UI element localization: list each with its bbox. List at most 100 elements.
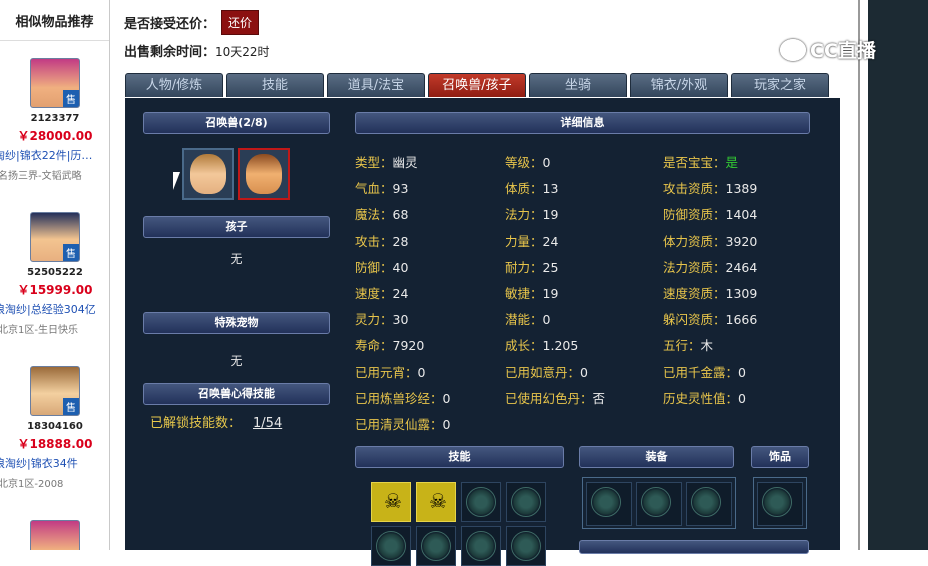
item-tags[interactable]: 淘纱|锦衣22件|历…: [0, 147, 109, 163]
attribute-value: 2464: [725, 259, 758, 275]
attribute-label: 已用千金露：: [663, 364, 739, 380]
tab-home[interactable]: 玩家之家: [731, 73, 829, 97]
recommend-item[interactable]: 售 2123377 ￥28000.00 淘纱|锦衣22件|历… 名扬三界-文韬武…: [0, 58, 109, 182]
attribute-item: 气血：93: [355, 178, 408, 197]
skill-slot-empty[interactable]: [461, 482, 501, 522]
summon-card[interactable]: [182, 148, 234, 200]
attribute-item: 法力资质：2464: [663, 257, 757, 276]
attribute-value: 1666: [725, 312, 758, 328]
attribute-value: 1404: [725, 207, 758, 223]
attribute-item: 躲闪资质：1666: [663, 309, 757, 328]
attribute-item: 速度：24: [355, 283, 408, 302]
attribute-item: 是否宝宝：是: [663, 152, 738, 171]
unlocked-skill-row: 已解锁技能数： 1/54: [150, 412, 282, 431]
trade-info: 是否接受还价： 还价 出售剩余时间：10天22时: [124, 10, 270, 60]
attribute-item: 魔法：68: [355, 204, 408, 223]
attribute-label: 五行：: [663, 338, 701, 354]
attribute-item: 五行：木: [663, 335, 713, 354]
attribute-value: 是: [725, 155, 739, 170]
attribute-item: 类型：幽灵: [355, 152, 418, 171]
attribute-value: 1.205: [542, 338, 579, 354]
sidebar-title: 相似物品推荐: [0, 0, 109, 41]
tab-skills[interactable]: 技能: [226, 73, 324, 97]
skill-slot-filled[interactable]: ☠: [371, 482, 411, 522]
attribute-value: 30: [392, 312, 409, 328]
skill-slot-empty[interactable]: [371, 526, 411, 566]
lower-header: [579, 540, 809, 554]
attribute-label: 防御：: [355, 259, 393, 275]
summon-skill-header: 召唤兽心得技能: [143, 383, 330, 405]
skill-slot-empty[interactable]: [506, 482, 546, 522]
avatar[interactable]: 售: [30, 58, 80, 108]
recommend-item[interactable]: 售: [0, 520, 109, 550]
skill-slot-empty[interactable]: [461, 526, 501, 566]
skills-header: 技能: [355, 446, 564, 468]
summon-portrait: [190, 154, 226, 194]
attribute-item: 已用如意丹：0: [505, 362, 588, 381]
ornament-header: 饰品: [751, 446, 809, 468]
attribute-label: 已用元宵：: [355, 364, 418, 380]
avatar[interactable]: 售: [30, 366, 80, 416]
recommend-item[interactable]: 售 18304160 ￥18888.00 浪淘纱|锦衣34件 北京1区-2008: [0, 366, 109, 490]
attribute-item: 等级：0: [505, 152, 550, 171]
attribute-item: 法力：19: [505, 204, 558, 223]
empty-slot-icon: [511, 487, 541, 517]
child-value: 无: [230, 252, 243, 266]
attribute-value: 7920: [392, 338, 425, 354]
ornament-slot[interactable]: [757, 482, 803, 526]
recommend-item[interactable]: 售 52505222 ￥15999.00 浪淘纱|总经验304亿 北京1区-生日…: [0, 212, 109, 336]
attribute-item: 寿命：7920: [355, 335, 424, 354]
attribute-item: 攻击资质：1389: [663, 178, 757, 197]
remaining-time-value: 10天22时: [215, 45, 270, 59]
child-header: 孩子: [143, 216, 330, 238]
equipment-slot[interactable]: [586, 482, 632, 526]
item-code: 2123377: [30, 113, 80, 124]
attribute-item: 耐力：25: [505, 257, 558, 276]
attribute-label: 气血：: [355, 181, 393, 197]
equipment-header: 装备: [579, 446, 734, 468]
equipment-slot[interactable]: [686, 482, 732, 526]
attribute-label: 体力资质：: [663, 233, 726, 249]
attribute-item: 已用元宵：0: [355, 362, 425, 381]
unlocked-value[interactable]: 1/54: [253, 416, 282, 431]
attribute-item: 力量：24: [505, 231, 558, 250]
attribute-label: 已用清灵仙露：: [355, 417, 443, 432]
summon-header: 召唤兽(2/8): [143, 112, 330, 134]
item-tags[interactable]: 浪淘纱|总经验304亿: [0, 301, 109, 317]
watermark-text: CC直播: [810, 40, 876, 62]
skill-slot-empty[interactable]: [506, 526, 546, 566]
tab-character[interactable]: 人物/修炼: [125, 73, 223, 97]
special-pet-value: 无: [230, 354, 243, 368]
equipment-slot[interactable]: [636, 482, 682, 526]
skill-slot-empty[interactable]: [416, 526, 456, 566]
counter-offer-button[interactable]: 还价: [221, 10, 260, 35]
tab-outfits[interactable]: 锦衣/外观: [630, 73, 728, 97]
empty-slot-icon: [421, 531, 451, 561]
attribute-label: 潜能：: [505, 312, 543, 328]
item-tags[interactable]: 浪淘纱|锦衣34件: [0, 455, 109, 471]
sale-badge: 售: [63, 244, 79, 261]
cc-logo-icon: [780, 38, 806, 61]
attribute-label: 攻击资质：: [663, 181, 726, 197]
attribute-value: 否: [592, 390, 606, 406]
divider: [858, 0, 860, 550]
attribute-value: 0: [542, 312, 551, 328]
attribute-label: 已用炼兽珍经：: [355, 390, 443, 406]
attribute-item: 防御：40: [355, 257, 408, 276]
avatar[interactable]: 售: [30, 520, 80, 550]
skill-slot-filled[interactable]: ☠: [416, 482, 456, 522]
attribute-item: 灵力：30: [355, 309, 408, 328]
attribute-label: 力量：: [505, 233, 543, 249]
avatar[interactable]: 售: [30, 212, 80, 262]
tab-mounts[interactable]: 坐骑: [529, 73, 627, 97]
empty-slot-icon: [641, 487, 671, 517]
similar-items-sidebar: 相似物品推荐 售 2123377 ￥28000.00 淘纱|锦衣22件|历… 名…: [0, 0, 110, 550]
attribute-value: 0: [442, 417, 451, 432]
tab-items[interactable]: 道具/法宝: [327, 73, 425, 97]
attribute-value: 1389: [725, 181, 758, 197]
stream-watermark: CC直播: [780, 36, 876, 63]
tab-summons[interactable]: 召唤兽/孩子: [428, 73, 526, 97]
empty-slot-icon: [466, 531, 496, 561]
attribute-item: 体质：13: [505, 178, 558, 197]
summon-card-selected[interactable]: [238, 148, 290, 200]
